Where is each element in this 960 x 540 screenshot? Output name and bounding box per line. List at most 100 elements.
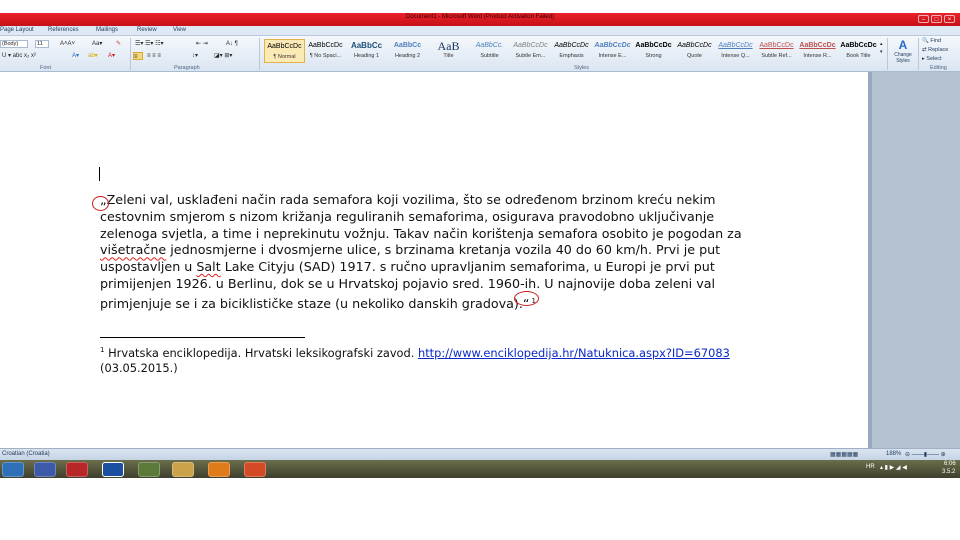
highlight-icon[interactable]: ab▾ — [88, 52, 98, 60]
replace-button[interactable]: ⇄ Replace — [922, 46, 948, 54]
style-sample: AaBbCcDc — [308, 42, 343, 49]
paragraph-last-line-text: primjenjuje se i za biciklističke staze … — [100, 296, 530, 312]
document-area: „Zeleni val, usklađeni način rada semafo… — [0, 72, 960, 448]
document-page[interactable]: „Zeleni val, usklađeni način rada semafo… — [0, 72, 868, 448]
annotation-circle — [514, 291, 539, 306]
style-name: Book Title — [846, 53, 871, 59]
tab-page-layout[interactable]: Page Layout — [0, 27, 34, 33]
footnote-text: Hrvatska enciklopedija. Hrvatski leksiko… — [104, 345, 418, 360]
style-sample: AaBbCcDc — [594, 42, 631, 49]
style-subtle-emphasis[interactable]: AaBbCcDc Subtle Em... — [510, 39, 551, 63]
paragraph-line: višetračne jednosmjerne i dvosmjerne uli… — [100, 242, 721, 258]
style-strong[interactable]: AaBbCcDc Strong — [633, 39, 674, 63]
style-name: Quote — [687, 53, 702, 59]
bullets-icon[interactable]: ☰▾ ☰▾ ☷▾ — [135, 40, 164, 48]
indent-icon[interactable]: ⇤ ⇥ — [196, 40, 208, 48]
paragraph-group-label: Paragraph — [174, 65, 200, 71]
find-icon: 🔍 — [922, 38, 929, 44]
style-sample: AaBbCcDc — [513, 42, 548, 49]
body-paragraph[interactable]: „Zeleni val, usklađeni način rada semafo… — [100, 192, 760, 313]
footnote-link[interactable]: http://www.enciklopedija.hr/Natuknica.as… — [418, 346, 730, 360]
style-intense-quote[interactable]: AaBbCcDc Intense Q... — [715, 39, 756, 63]
view-buttons[interactable]: ▦▦▦▦▦ — [830, 451, 858, 458]
style-intense-reference[interactable]: AaBbCcDc Intense R... — [797, 39, 838, 63]
annotation-circle — [92, 196, 109, 211]
tab-review[interactable]: Review — [137, 27, 157, 33]
style-intense-emphasis[interactable]: AaBbCcDc Intense E... — [592, 39, 633, 63]
style-title[interactable]: AaB Title — [428, 39, 469, 63]
style-sample: AaBbCcDc — [677, 42, 712, 49]
zoom-level[interactable]: 188% — [886, 451, 901, 457]
minimize-button[interactable]: – — [918, 15, 929, 23]
taskbar-app-icon[interactable] — [138, 462, 160, 477]
style-quote[interactable]: AaBbCcDc Quote — [674, 39, 715, 63]
clock-time[interactable]: 6:06 — [944, 461, 956, 467]
tray-icons[interactable]: ▴ ▮ ▶ ◢ ◀ — [880, 464, 907, 471]
powerpoint-taskbar-icon[interactable] — [244, 462, 266, 477]
style-heading-1[interactable]: AaBbCc Heading 1 — [346, 39, 387, 63]
clear-format-icon[interactable]: ✎ — [116, 40, 121, 48]
style-sample: AaBbCcDc — [718, 42, 753, 49]
sort-icon[interactable]: A↓ ¶ — [226, 40, 238, 48]
text-effects-icon[interactable]: A▾ — [72, 52, 79, 60]
change-styles-button[interactable]: A Change Styles — [890, 38, 916, 64]
footnote-separator — [100, 337, 305, 338]
close-button[interactable]: × — [944, 15, 955, 23]
tab-mailings[interactable]: Mailings — [96, 27, 118, 33]
taskbar-app-icon[interactable] — [208, 462, 230, 477]
footnote[interactable]: 1 Hrvatska enciklopedija. Hrvatski leksi… — [100, 343, 780, 376]
footnote-date: (03.05.2015.) — [100, 360, 178, 375]
style-name: Title — [443, 53, 454, 59]
font-color-icon[interactable]: A▾ — [108, 52, 115, 60]
tab-references[interactable]: References — [48, 27, 79, 33]
font-size-box[interactable]: 11 — [35, 40, 49, 48]
tab-view[interactable]: View — [173, 27, 186, 33]
language-indicator[interactable]: Croatian (Croatia) — [2, 451, 50, 457]
clock-date[interactable]: 3.5.2 — [942, 469, 955, 475]
taskbar: HR ▴ ▮ ▶ ◢ ◀ 6:06 3.5.2 — [0, 460, 960, 478]
style-subtitle[interactable]: AaBbCc. Subtitle — [469, 39, 510, 63]
shading-icon[interactable]: ◪▾ ⊞▾ — [214, 52, 232, 60]
taskbar-app-icon[interactable] — [66, 462, 88, 477]
style-sample: AaBbCcDc — [635, 42, 672, 49]
zoom-slider[interactable]: ⊖ ——▮—— ⊕ — [905, 451, 946, 458]
editing-group-label: Editing — [930, 65, 947, 71]
style-name: ¶ Normal — [273, 54, 296, 60]
status-bar: Croatian (Croatia) ▦▦▦▦▦ 188% ⊖ ——▮—— ⊕ — [0, 448, 960, 460]
gallery-scroll-icon[interactable]: ▴ ▾ — [880, 40, 883, 55]
style-sample: AaBbCc — [350, 41, 383, 50]
select-button[interactable]: ▸ Select — [922, 55, 942, 63]
maximize-button[interactable]: □ — [931, 15, 942, 23]
style-sample: AaBbCc. — [475, 42, 504, 49]
style-name: ¶ No Spaci... — [309, 53, 342, 59]
start-button[interactable] — [2, 462, 24, 477]
font-name-box[interactable]: (Body) — [0, 40, 28, 48]
style-emphasis[interactable]: AaBbCcDc Emphasis — [551, 39, 592, 63]
align-left-icon[interactable]: ≡ — [133, 52, 143, 60]
style-name: Strong — [645, 53, 662, 59]
change-styles-icon: A — [898, 38, 908, 52]
style-subtle-reference[interactable]: AaBbCcDc Subtle Ref... — [756, 39, 797, 63]
grow-font-icon[interactable]: A˄A˅ — [60, 40, 75, 48]
underline-icon[interactable]: U ▾ abc x₂ x² — [2, 52, 36, 60]
keyboard-language[interactable]: HR — [866, 464, 875, 470]
group-divider — [259, 38, 260, 70]
change-case-icon[interactable]: Aa▾ — [92, 40, 102, 48]
style-book-title[interactable]: AaBbCcDc Book Title — [838, 39, 879, 63]
line-spacing-icon[interactable]: ↕▾ — [192, 52, 198, 60]
paragraph-line: primjenjuje se i za biciklističke staze … — [100, 293, 760, 313]
style-sample: AaBbCcDc — [840, 42, 877, 49]
replace-label: Replace — [928, 47, 949, 53]
find-button[interactable]: 🔍 Find — [922, 37, 941, 45]
style-name: Subtle Em... — [515, 53, 546, 59]
group-divider — [130, 38, 131, 70]
folder-taskbar-icon[interactable] — [172, 462, 194, 477]
taskbar-app-icon[interactable] — [34, 462, 56, 477]
word-taskbar-icon[interactable] — [102, 462, 124, 477]
style-heading-2[interactable]: AaBbCc Heading 2 — [387, 39, 428, 63]
style-sample: AaBbCcDc — [759, 42, 794, 49]
style-no-spacing[interactable]: AaBbCcDc ¶ No Spaci... — [305, 39, 346, 63]
style-normal[interactable]: AaBbCcDc ¶ Normal — [264, 39, 305, 63]
align-icons[interactable]: ≡ ≡ ≡ — [147, 52, 161, 60]
style-sample: AaBbCcDc — [267, 43, 302, 50]
